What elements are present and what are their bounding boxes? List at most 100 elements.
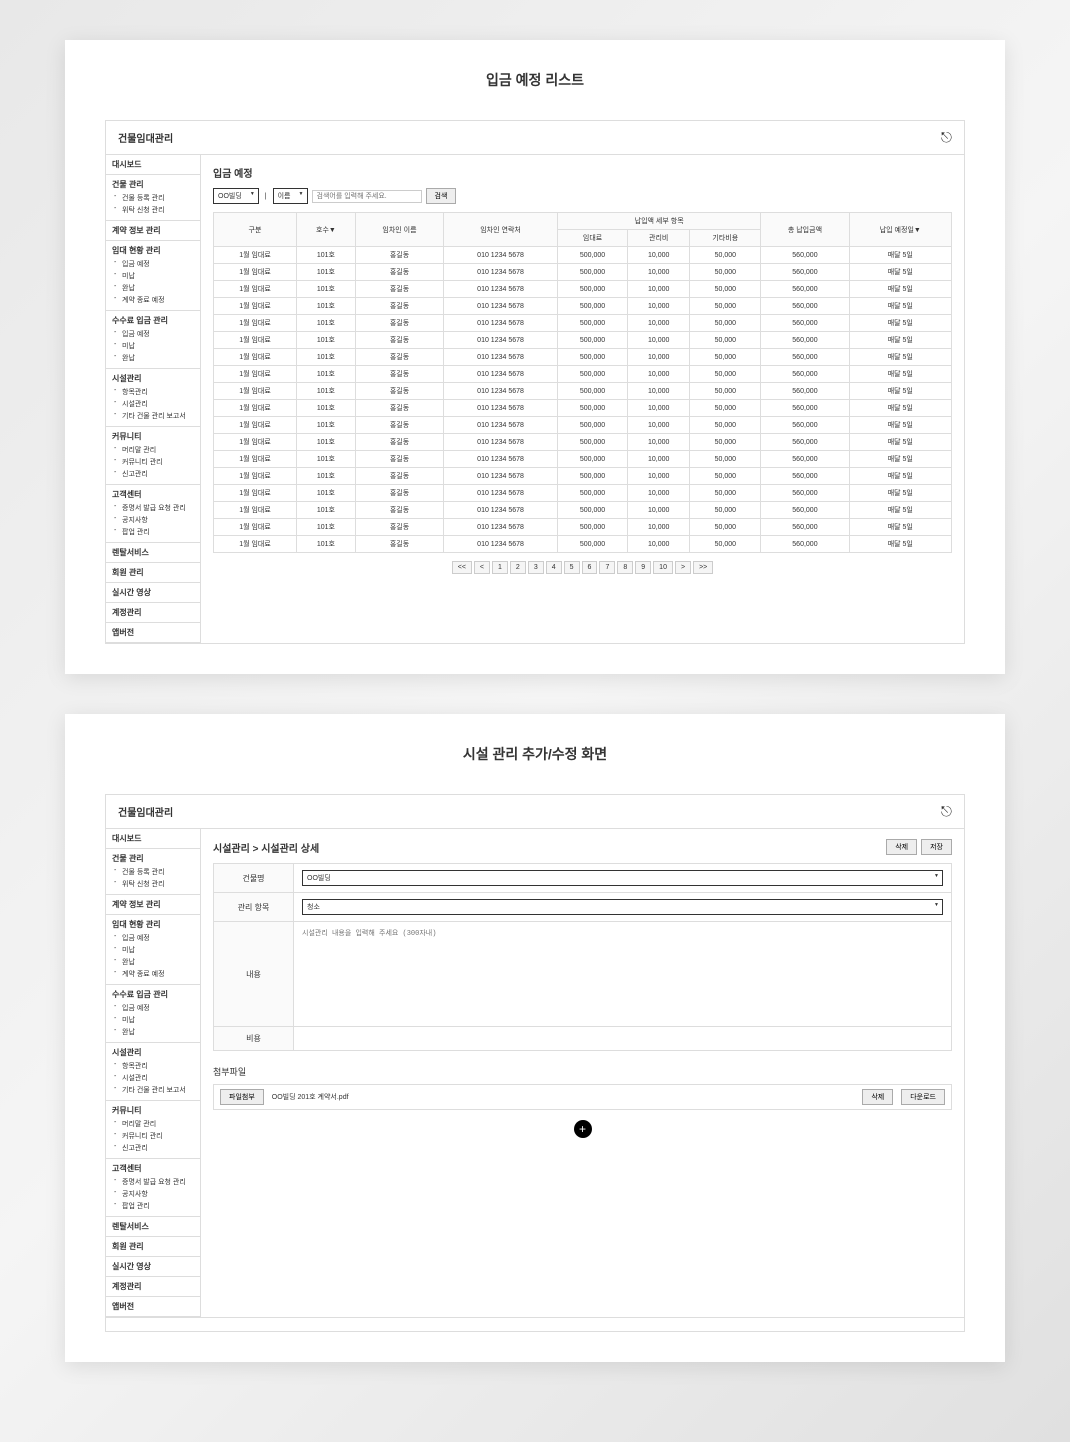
table-row[interactable]: 1월 임대료101호홍길동010 1234 5678500,00010,0005… [214,298,952,315]
delete-button[interactable]: 삭제 [886,839,917,855]
sidebar-sub-item[interactable]: 항목관리 [122,386,194,398]
sidebar-item[interactable]: 대시보드 [112,159,194,170]
sidebar-sub-item[interactable]: 팝업 관리 [122,526,194,538]
sidebar-item[interactable]: 렌탈서비스 [112,1221,194,1232]
item-select[interactable]: 청소 [302,899,943,915]
sidebar-item[interactable]: 커뮤니티 [112,1105,194,1116]
sidebar-sub-item[interactable]: 항목관리 [122,1060,194,1072]
table-row[interactable]: 1월 임대료101호홍길동010 1234 5678500,00010,0005… [214,281,952,298]
sidebar-sub-item[interactable]: 머리말 관리 [122,444,194,456]
sidebar-sub-item[interactable]: 위탁 신청 관리 [122,878,194,890]
sidebar-item[interactable]: 수수료 입금 관리 [112,315,194,326]
sidebar-item[interactable]: 임대 현황 관리 [112,245,194,256]
sidebar-sub-item[interactable]: 입금 예정 [122,258,194,270]
th-division[interactable]: 구분 [214,213,297,247]
sidebar-sub-item[interactable]: 계약 종료 예정 [122,968,194,980]
sidebar-sub-item[interactable]: 완납 [122,1026,194,1038]
sidebar-sub-item[interactable]: 팝업 관리 [122,1200,194,1212]
sidebar-sub-item[interactable]: 시설관리 [122,398,194,410]
sidebar-item[interactable]: 계약 정보 관리 [112,225,194,236]
file-attach-button[interactable]: 파일첨부 [220,1089,264,1105]
table-row[interactable]: 1월 임대료101호홍길동010 1234 5678500,00010,0005… [214,247,952,264]
sidebar-item[interactable]: 계정관리 [112,607,194,618]
table-row[interactable]: 1월 임대료101호홍길동010 1234 5678500,00010,0005… [214,536,952,553]
page-button[interactable]: 4 [546,561,562,574]
sidebar-item[interactable]: 계정관리 [112,1281,194,1292]
th-tenant-contact[interactable]: 임차인 연락처 [444,213,558,247]
table-row[interactable]: 1월 임대료101호홍길동010 1234 5678500,00010,0005… [214,332,952,349]
sidebar-item[interactable]: 고객센터 [112,1163,194,1174]
sidebar-item[interactable]: 회원 관리 [112,1241,194,1252]
sidebar-sub-item[interactable]: 완납 [122,282,194,294]
attach-delete-button[interactable]: 삭제 [862,1089,893,1105]
sidebar-item[interactable]: 고객센터 [112,489,194,500]
sidebar-sub-item[interactable]: 증명서 발급 요청 관리 [122,1176,194,1188]
sidebar-item[interactable]: 수수료 입금 관리 [112,989,194,1000]
sidebar-sub-item[interactable]: 입금 예정 [122,1002,194,1014]
table-row[interactable]: 1월 임대료101호홍길동010 1234 5678500,00010,0005… [214,434,952,451]
sidebar-item[interactable]: 렌탈서비스 [112,547,194,558]
sidebar-sub-item[interactable]: 입금 예정 [122,932,194,944]
page-button[interactable]: 6 [582,561,598,574]
table-row[interactable]: 1월 임대료101호홍길동010 1234 5678500,00010,0005… [214,519,952,536]
table-row[interactable]: 1월 임대료101호홍길동010 1234 5678500,00010,0005… [214,349,952,366]
th-tenant-name[interactable]: 임차인 이름 [355,213,443,247]
th-total[interactable]: 총 납입금액 [761,213,849,247]
sidebar-sub-item[interactable]: 미납 [122,270,194,282]
building-select-2[interactable]: OO빌딩 [302,870,943,886]
page-button[interactable]: >> [693,561,713,574]
save-button[interactable]: 저장 [921,839,952,855]
sidebar-item[interactable]: 앱버전 [112,1301,194,1312]
sidebar-sub-item[interactable]: 신고관리 [122,1142,194,1154]
search-input[interactable] [312,190,422,203]
add-attachment-icon[interactable]: + [574,1120,592,1138]
table-row[interactable]: 1월 임대료101호홍길동010 1234 5678500,00010,0005… [214,366,952,383]
sidebar-item[interactable]: 회원 관리 [112,567,194,578]
sidebar-sub-item[interactable]: 머리말 관리 [122,1118,194,1130]
page-button[interactable]: > [675,561,691,574]
table-row[interactable]: 1월 임대료101호홍길동010 1234 5678500,00010,0005… [214,264,952,281]
page-button[interactable]: 10 [653,561,673,574]
sidebar-sub-item[interactable]: 신고관리 [122,468,194,480]
sidebar-sub-item[interactable]: 완납 [122,352,194,364]
page-button[interactable]: 2 [510,561,526,574]
sidebar-sub-item[interactable]: 공지사항 [122,1188,194,1200]
table-row[interactable]: 1월 임대료101호홍길동010 1234 5678500,00010,0005… [214,502,952,519]
sidebar-sub-item[interactable]: 위탁 신청 관리 [122,204,194,216]
table-row[interactable]: 1월 임대료101호홍길동010 1234 5678500,00010,0005… [214,468,952,485]
sidebar-item[interactable]: 건물 관리 [112,853,194,864]
table-row[interactable]: 1월 임대료101호홍길동010 1234 5678500,00010,0005… [214,383,952,400]
sidebar-sub-item[interactable]: 입금 예정 [122,328,194,340]
page-button[interactable]: 8 [617,561,633,574]
sidebar-item[interactable]: 시설관리 [112,1047,194,1058]
page-button[interactable]: 1 [492,561,508,574]
sidebar-sub-item[interactable]: 공지사항 [122,514,194,526]
table-row[interactable]: 1월 임대료101호홍길동010 1234 5678500,00010,0005… [214,315,952,332]
sidebar-item[interactable]: 실시간 영상 [112,1261,194,1272]
logout-icon-2[interactable]: ⎋ [941,803,952,820]
attach-download-button[interactable]: 다운로드 [901,1089,945,1105]
sidebar-item[interactable]: 임대 현황 관리 [112,919,194,930]
sidebar-item[interactable]: 실시간 영상 [112,587,194,598]
sidebar-item[interactable]: 대시보드 [112,833,194,844]
sidebar-sub-item[interactable]: 증명서 발급 요청 관리 [122,502,194,514]
sidebar-sub-item[interactable]: 완납 [122,956,194,968]
page-button[interactable]: 7 [599,561,615,574]
type-select[interactable]: 이름 [273,188,308,204]
sidebar-sub-item[interactable]: 미납 [122,944,194,956]
sidebar-sub-item[interactable]: 커뮤니티 관리 [122,456,194,468]
table-row[interactable]: 1월 임대료101호홍길동010 1234 5678500,00010,0005… [214,417,952,434]
sidebar-item[interactable]: 커뮤니티 [112,431,194,442]
sidebar-item[interactable]: 시설관리 [112,373,194,384]
sidebar-sub-item[interactable]: 시설관리 [122,1072,194,1084]
search-button[interactable]: 검색 [426,188,457,204]
page-button[interactable]: 9 [635,561,651,574]
cost-cell[interactable] [294,1027,952,1051]
sidebar-sub-item[interactable]: 기타 건물 관리 보고서 [122,1084,194,1096]
table-row[interactable]: 1월 임대료101호홍길동010 1234 5678500,00010,0005… [214,400,952,417]
sidebar-sub-item[interactable]: 미납 [122,340,194,352]
sidebar-sub-item[interactable]: 커뮤니티 관리 [122,1130,194,1142]
page-button[interactable]: 5 [564,561,580,574]
sidebar-sub-item[interactable]: 건물 등록 관리 [122,866,194,878]
content-textarea[interactable] [302,928,943,1018]
